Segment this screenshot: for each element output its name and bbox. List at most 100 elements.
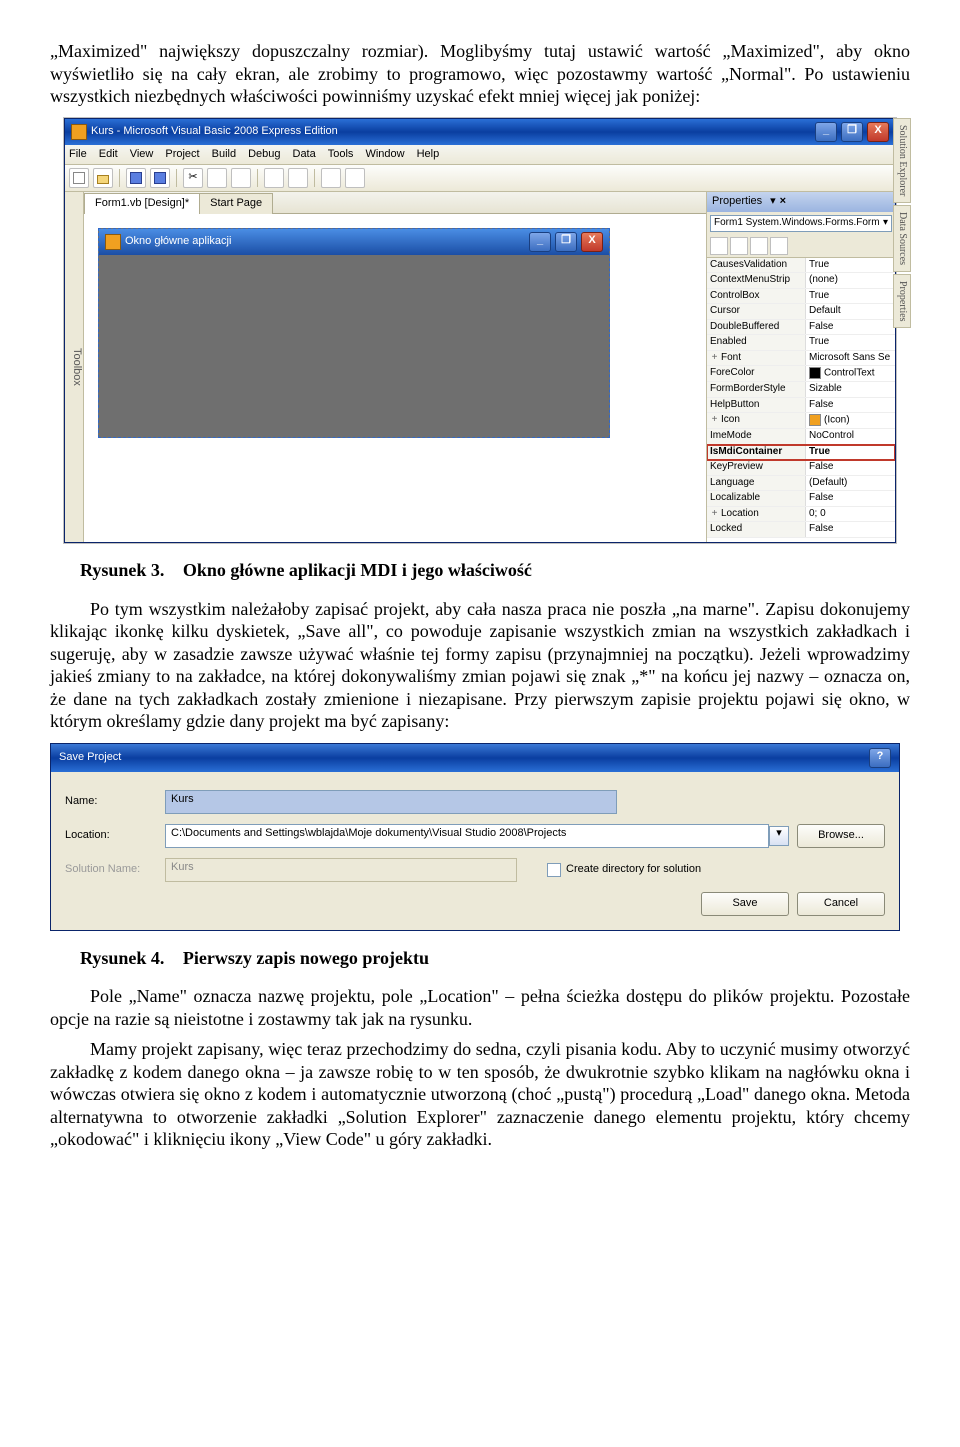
figure4-text: Pierwszy zapis nowego projektu <box>183 948 429 968</box>
cut-icon[interactable] <box>183 168 203 188</box>
properties-label: Properties <box>712 195 762 209</box>
toolbox-tab[interactable]: Toolbox <box>65 192 84 542</box>
property-object-text: Form1 System.Windows.Forms.Form <box>714 217 880 230</box>
undo-icon[interactable] <box>264 168 284 188</box>
paragraph-name-location: Pole „Name" oznacza nazwę projektu, pole… <box>50 985 910 1030</box>
property-row[interactable]: +FontMicrosoft Sans Se <box>707 351 895 367</box>
mdi-minimize-button[interactable]: _ <box>529 232 551 252</box>
menu-data[interactable]: Data <box>293 148 316 162</box>
property-row[interactable]: CausesValidationTrue <box>707 258 895 274</box>
figure4-caption: Rysunek 4. Pierwszy zapis nowego projekt… <box>80 947 910 970</box>
property-row[interactable]: LocalizableFalse <box>707 491 895 507</box>
copy-icon[interactable] <box>207 168 227 188</box>
side-tab-properties[interactable]: Properties <box>893 274 912 329</box>
properties-panel-title: Properties ▾ × <box>707 192 895 212</box>
mdi-close-button[interactable]: X <box>581 232 603 252</box>
ide-screenshot: Kurs - Microsoft Visual Basic 2008 Expre… <box>50 118 910 544</box>
ide-title: Kurs - Microsoft Visual Basic 2008 Expre… <box>91 125 338 139</box>
create-directory-label: Create directory for solution <box>566 863 701 877</box>
mdi-title: Okno główne aplikacji <box>125 235 231 249</box>
menu-build[interactable]: Build <box>212 148 236 162</box>
menu-window[interactable]: Window <box>365 148 404 162</box>
save-all-icon[interactable] <box>150 168 170 188</box>
solution-name-label: Solution Name: <box>65 863 165 877</box>
property-row[interactable]: CursorDefault <box>707 304 895 320</box>
menu-view[interactable]: View <box>130 148 154 162</box>
property-row[interactable]: ForeColorControlText <box>707 366 895 382</box>
property-row[interactable]: FormBorderStyleSizable <box>707 382 895 398</box>
property-row[interactable]: Language(Default) <box>707 476 895 492</box>
location-input[interactable]: C:\Documents and Settings\wblajda\Moje d… <box>165 824 769 848</box>
name-label: Name: <box>65 795 165 809</box>
document-tab[interactable]: Start Page <box>199 193 273 214</box>
menu-file[interactable]: File <box>69 148 87 162</box>
app-icon <box>71 124 87 140</box>
property-row[interactable]: ContextMenuStrip(none) <box>707 273 895 289</box>
property-row[interactable]: +Icon(Icon) <box>707 413 895 429</box>
menu-debug[interactable]: Debug <box>248 148 280 162</box>
side-tab-solution-explorer[interactable]: Solution Explorer <box>893 118 912 203</box>
property-row[interactable]: EnabledTrue <box>707 335 895 351</box>
menu-project[interactable]: Project <box>165 148 199 162</box>
open-icon[interactable] <box>93 168 113 188</box>
properties-icon[interactable] <box>750 237 768 255</box>
menu-tools[interactable]: Tools <box>328 148 354 162</box>
save-icon[interactable] <box>126 168 146 188</box>
figure3-label: Rysunek 3. <box>80 560 164 580</box>
redo-icon[interactable] <box>288 168 308 188</box>
figure3-caption: Rysunek 3. Okno główne aplikacji MDI i j… <box>80 559 910 582</box>
property-row[interactable]: DoubleBufferedFalse <box>707 320 895 336</box>
help-button[interactable]: ? <box>869 748 891 768</box>
ide-menu: File Edit View Project Build Debug Data Tools Wi… <box>65 145 895 166</box>
side-tab-data-sources[interactable]: Data Sources <box>893 205 912 272</box>
form-icon <box>105 234 121 250</box>
cancel-button[interactable]: Cancel <box>797 892 885 916</box>
property-grid[interactable]: CausesValidationTrueContextMenuStrip(non… <box>707 258 895 543</box>
property-object-combo[interactable]: Form1 System.Windows.Forms.Form ▾ <box>710 215 892 232</box>
browse-button[interactable]: Browse... <box>797 824 885 848</box>
dialog-title: Save Project <box>59 751 121 765</box>
panel-dropdown-icon[interactable]: ▾ <box>770 195 776 209</box>
panel-close-icon[interactable]: × <box>780 195 786 209</box>
paragraph-code: Mamy projekt zapisany, więc teraz przech… <box>50 1038 910 1151</box>
alphabetical-icon[interactable] <box>730 237 748 255</box>
location-dropdown-icon[interactable]: ▾ <box>769 826 789 846</box>
property-row[interactable]: ControlBoxTrue <box>707 289 895 305</box>
create-directory-checkbox[interactable] <box>547 863 561 877</box>
dialog-titlebar: Save Project ? <box>51 744 899 772</box>
paragraph-save: Po tym wszystkim należałoby zapisać proj… <box>50 598 910 733</box>
stop-icon[interactable] <box>345 168 365 188</box>
close-button[interactable]: X <box>867 122 889 142</box>
new-icon[interactable] <box>69 168 89 188</box>
location-label: Location: <box>65 829 165 843</box>
property-row[interactable]: +Location0; 0 <box>707 507 895 523</box>
design-surface[interactable]: Okno główne aplikacji _ ❐ X <box>84 214 706 542</box>
property-row[interactable]: LockedFalse <box>707 522 895 538</box>
mdi-maximize-button[interactable]: ❐ <box>555 232 577 252</box>
save-button[interactable]: Save <box>701 892 789 916</box>
ide-toolbar <box>65 165 895 192</box>
run-icon[interactable] <box>321 168 341 188</box>
property-toolbar <box>707 235 895 258</box>
property-row[interactable]: HelpButtonFalse <box>707 398 895 414</box>
save-project-dialog: Save Project ? Name: Kurs Location: C:\D… <box>50 743 900 931</box>
maximize-button[interactable]: ❐ <box>841 122 863 142</box>
name-input[interactable]: Kurs <box>165 790 617 814</box>
property-row[interactable]: KeyPreviewFalse <box>707 460 895 476</box>
figure3-text: Okno główne aplikacji MDI i jego właściw… <box>183 560 532 580</box>
document-tab[interactable]: Form1.vb [Design]* <box>84 193 200 214</box>
mdi-form[interactable]: Okno główne aplikacji _ ❐ X <box>98 228 610 438</box>
property-row[interactable]: ImeModeNoControl <box>707 429 895 445</box>
menu-help[interactable]: Help <box>417 148 440 162</box>
solution-name-input: Kurs <box>165 858 517 882</box>
events-icon[interactable] <box>770 237 788 255</box>
property-row[interactable]: IsMdiContainerTrue <box>707 445 895 461</box>
figure4-label: Rysunek 4. <box>80 948 164 968</box>
ide-titlebar: Kurs - Microsoft Visual Basic 2008 Expre… <box>65 119 895 145</box>
categorized-icon[interactable] <box>710 237 728 255</box>
minimize-button[interactable]: _ <box>815 122 837 142</box>
paragraph-intro: „Maximized" największy dopuszczalny rozm… <box>50 40 910 108</box>
menu-edit[interactable]: Edit <box>99 148 118 162</box>
paste-icon[interactable] <box>231 168 251 188</box>
ide-tabs: Form1.vb [Design]*Start Page <box>84 192 706 214</box>
